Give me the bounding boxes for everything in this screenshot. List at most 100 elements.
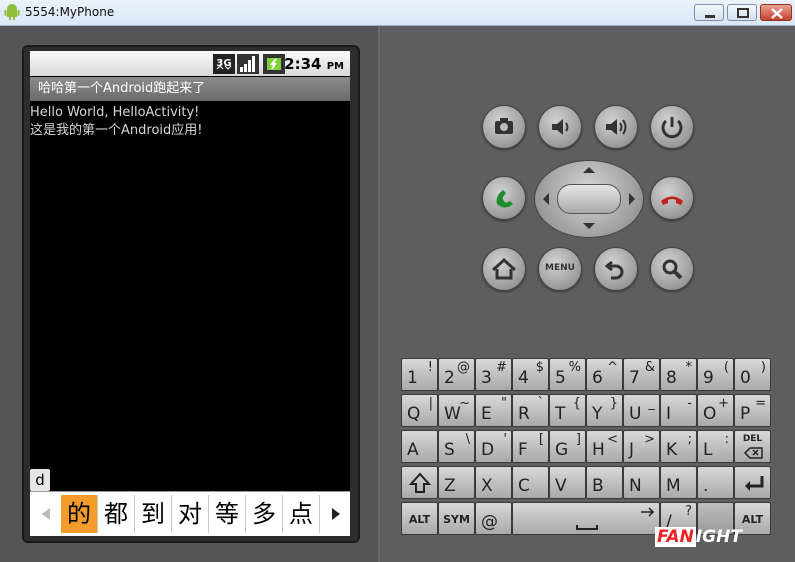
delete-key[interactable]: DEL (734, 430, 771, 463)
key-8[interactable]: 8 * (660, 358, 697, 391)
power-button[interactable] (650, 105, 694, 149)
key-y[interactable]: Y} (586, 394, 623, 427)
back-icon (604, 260, 624, 280)
key-main-label: O (703, 404, 717, 424)
volume-down-button[interactable] (538, 105, 582, 149)
device-screen[interactable]: 3G 2:34 PM 哈哈第一个Android跑起来了 Hello World,… (30, 51, 350, 536)
back-button[interactable] (594, 247, 638, 291)
key-h[interactable]: H < (586, 430, 623, 463)
key-alt-label: ~ (459, 396, 470, 411)
close-button[interactable] (760, 4, 792, 21)
key-alt-label: > (644, 432, 655, 447)
key-n[interactable]: N (623, 466, 660, 499)
key-p[interactable]: P = (734, 394, 771, 427)
key-4[interactable]: 4 $ (512, 358, 549, 391)
home-icon (491, 257, 517, 280)
key-main-label: 7 (629, 368, 640, 388)
key-1[interactable]: 1! (401, 358, 438, 391)
key-alt-label: : (724, 432, 729, 447)
key-alt-label: [ (538, 432, 544, 447)
key-l[interactable]: L: (697, 430, 734, 463)
key-o[interactable]: O + (697, 394, 734, 427)
key-q[interactable]: Q | (401, 394, 438, 427)
camera-button[interactable] (482, 105, 526, 149)
key-u[interactable]: U _ (623, 394, 660, 427)
key-z[interactable]: Z (438, 466, 475, 499)
3g-network-icon: 3G (213, 54, 235, 74)
key-f[interactable]: F[ (512, 430, 549, 463)
key-v[interactable]: V (549, 466, 586, 499)
candidate-item[interactable]: 多 (246, 495, 283, 533)
candidate-right-arrow-icon[interactable] (326, 502, 346, 526)
key-m[interactable]: M (660, 466, 697, 499)
key-2[interactable]: 2 @ (438, 358, 475, 391)
key-b[interactable]: B (586, 466, 623, 499)
candidate-item[interactable]: 对 (172, 495, 209, 533)
shift-key[interactable] (401, 466, 438, 499)
key-e[interactable]: E " (475, 394, 512, 427)
candidate-item[interactable]: 点 (283, 495, 320, 533)
hardware-keyboard: 1! 2 @ 3 # 4 $ 5% 6 ^ 7 & 8 * 9( 0) Q | W ~ E " R… (401, 358, 773, 540)
key-7[interactable]: 7 & (623, 358, 660, 391)
emulator-window: 5554:MyPhone 3G 2:34 PM 哈哈第一个Android跑起来了… (0, 0, 795, 562)
key-9[interactable]: 9( (697, 358, 734, 391)
key-k[interactable]: K; (660, 430, 697, 463)
key-alt-label: } (609, 396, 618, 411)
key-main-label: 4 (518, 368, 529, 388)
key-main-label: 8 (666, 368, 677, 388)
key-j[interactable]: J > (623, 430, 660, 463)
status-clock: 2:34 PM (284, 55, 344, 73)
key-alt-label: - (687, 396, 692, 411)
key-a[interactable]: A (401, 430, 438, 463)
search-button[interactable] (650, 247, 694, 291)
key-alt-label: ] (575, 432, 581, 447)
key-alt-label: " (501, 396, 507, 411)
key-r[interactable]: R ` (512, 394, 549, 427)
key-alt-label: ! (427, 360, 433, 375)
key-main-label: J (629, 440, 635, 460)
key-alt-label: | (428, 396, 433, 411)
key-at[interactable]: @ (475, 502, 512, 535)
menu-button[interactable]: MENU (538, 247, 582, 291)
key-main-label: L (703, 440, 713, 460)
key-alt-label: % (568, 360, 581, 375)
maximize-button[interactable] (727, 4, 757, 21)
key-s[interactable]: S \ (438, 430, 475, 463)
candidate-item[interactable]: 的 (61, 495, 98, 533)
key-5[interactable]: 5% (549, 358, 586, 391)
key-main-label: G (555, 440, 569, 460)
key-t[interactable]: T{ (549, 394, 586, 427)
volume-up-button[interactable] (594, 105, 638, 149)
minimize-button[interactable] (694, 4, 724, 21)
key-w[interactable]: W ~ (438, 394, 475, 427)
key-3[interactable]: 3 # (475, 358, 512, 391)
key-x[interactable]: X (475, 466, 512, 499)
key-c[interactable]: C (512, 466, 549, 499)
candidate-item[interactable]: 都 (98, 495, 135, 533)
dpad[interactable] (534, 160, 644, 238)
dpad-center-button[interactable] (557, 184, 621, 214)
enter-key[interactable] (734, 466, 771, 499)
key-i[interactable]: I- (660, 394, 697, 427)
maximize-icon (737, 8, 749, 18)
key-0[interactable]: 0) (734, 358, 771, 391)
key-main-label: F (518, 440, 528, 460)
call-button[interactable] (482, 176, 526, 220)
key-period[interactable]: . (697, 466, 734, 499)
candidate-left-arrow-icon[interactable] (36, 502, 56, 526)
candidate-item[interactable]: 等 (209, 495, 246, 533)
candidate-item[interactable]: 到 (135, 495, 172, 533)
key-d[interactable]: D ' (475, 430, 512, 463)
key-main-label: 6 (592, 368, 603, 388)
space-key[interactable] (512, 502, 660, 535)
key-main-label: D (481, 440, 495, 460)
sym-key[interactable]: SYM (438, 502, 475, 535)
status-bar: 3G 2:34 PM (30, 51, 350, 76)
alt-left-key[interactable]: ALT (401, 502, 438, 535)
key-alt-label: { (572, 396, 581, 411)
home-button[interactable] (482, 247, 526, 291)
key-6[interactable]: 6 ^ (586, 358, 623, 391)
key-g[interactable]: G] (549, 430, 586, 463)
end-call-button[interactable] (650, 176, 694, 220)
key-alt-label: ' (503, 432, 507, 447)
